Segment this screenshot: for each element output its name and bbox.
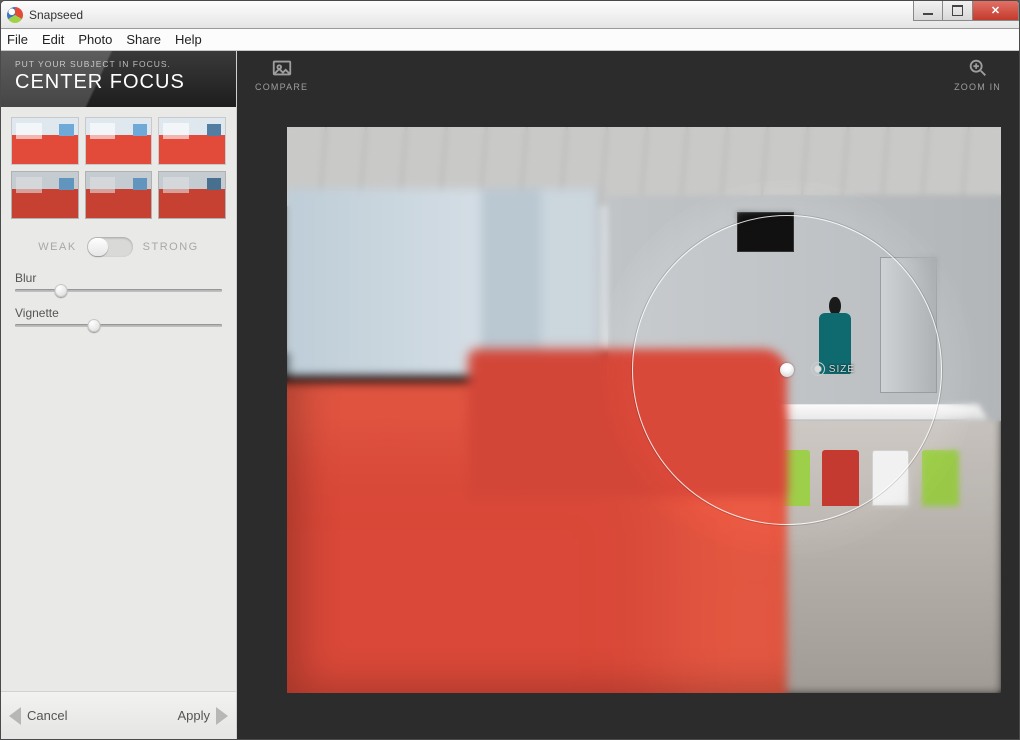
- strength-toggle[interactable]: [87, 237, 133, 257]
- image-stage[interactable]: SIZE: [287, 127, 1001, 693]
- app-icon: [7, 7, 23, 23]
- preset-thumb-6[interactable]: [158, 171, 226, 219]
- slider-blur-track[interactable]: [15, 289, 222, 292]
- preset-thumb-2[interactable]: [85, 117, 153, 165]
- strength-weak-label: WEAK: [38, 241, 76, 253]
- arrow-right-icon: [216, 707, 228, 725]
- tool-subtitle: PUT YOUR SUBJECT IN FOCUS.: [15, 59, 222, 69]
- preset-thumb-3[interactable]: [158, 117, 226, 165]
- strength-row: WEAK STRONG: [1, 223, 236, 267]
- menu-share[interactable]: Share: [126, 32, 161, 47]
- window-title: Snapseed: [29, 8, 83, 22]
- photo-preview: [287, 127, 1001, 693]
- arrow-left-icon: [9, 707, 21, 725]
- apply-button[interactable]: Apply: [177, 707, 228, 725]
- preset-thumb-5[interactable]: [85, 171, 153, 219]
- canvas-area: COMPARE ZOOM IN: [237, 51, 1019, 739]
- strength-toggle-knob: [88, 238, 108, 256]
- window-controls: [913, 1, 1019, 21]
- preset-thumb-4[interactable]: [11, 171, 79, 219]
- compare-label: COMPARE: [255, 82, 308, 92]
- size-handle-icon: [811, 362, 825, 376]
- zoom-in-icon: [967, 57, 989, 79]
- menu-edit[interactable]: Edit: [42, 32, 64, 47]
- cancel-label: Cancel: [27, 708, 67, 723]
- apply-label: Apply: [177, 708, 210, 723]
- compare-button[interactable]: COMPARE: [255, 57, 308, 101]
- menu-help[interactable]: Help: [175, 32, 202, 47]
- slider-blur-knob[interactable]: [54, 284, 67, 297]
- preset-thumb-1[interactable]: [11, 117, 79, 165]
- action-bar: Cancel Apply: [1, 691, 236, 739]
- menu-photo[interactable]: Photo: [78, 32, 112, 47]
- minimize-button[interactable]: [913, 1, 943, 21]
- slider-vignette-knob[interactable]: [87, 319, 100, 332]
- sliders-panel: Blur Vignette: [1, 267, 236, 345]
- menu-bar: File Edit Photo Share Help: [1, 29, 1019, 51]
- focus-size-handle[interactable]: SIZE: [811, 362, 855, 376]
- menu-file[interactable]: File: [7, 32, 28, 47]
- zoom-in-label: ZOOM IN: [954, 82, 1001, 92]
- zoom-in-button[interactable]: ZOOM IN: [954, 57, 1001, 101]
- cancel-button[interactable]: Cancel: [9, 707, 67, 725]
- titlebar[interactable]: Snapseed: [1, 1, 1019, 29]
- slider-blur-group: Blur: [15, 271, 222, 292]
- maximize-button[interactable]: [943, 1, 973, 21]
- app-window: Snapseed File Edit Photo Share Help PUT …: [0, 0, 1020, 740]
- focus-size-label: SIZE: [829, 364, 855, 375]
- close-button[interactable]: [973, 1, 1019, 21]
- slider-vignette-group: Vignette: [15, 306, 222, 327]
- preset-grid: [1, 107, 236, 223]
- tool-header: PUT YOUR SUBJECT IN FOCUS. CENTER FOCUS: [1, 51, 236, 107]
- canvas-toolbar: COMPARE ZOOM IN: [237, 51, 1019, 107]
- slider-blur-label: Blur: [15, 271, 222, 285]
- tool-title: CENTER FOCUS: [15, 71, 222, 94]
- strength-strong-label: STRONG: [143, 241, 199, 253]
- compare-icon: [271, 57, 293, 79]
- slider-vignette-track[interactable]: [15, 324, 222, 327]
- sidebar: PUT YOUR SUBJECT IN FOCUS. CENTER FOCUS …: [1, 51, 237, 739]
- slider-vignette-label: Vignette: [15, 306, 222, 320]
